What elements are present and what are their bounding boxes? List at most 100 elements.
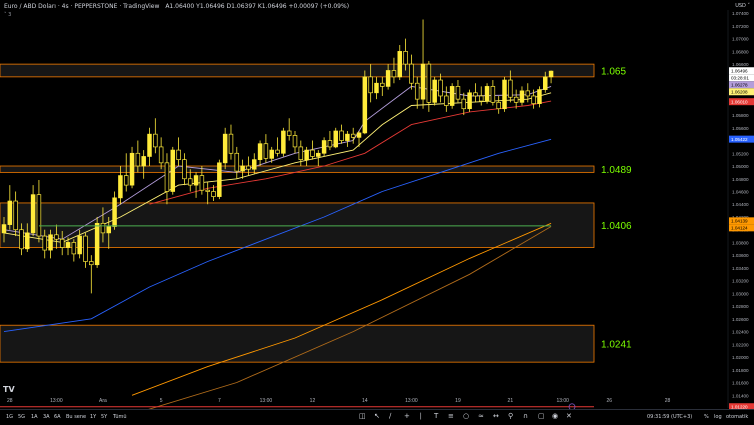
brush-icon[interactable]: ≈ — [478, 412, 484, 420]
tradingview-logo-icon: TV — [3, 385, 15, 394]
timeframe-5y[interactable]: 5Y — [101, 414, 107, 420]
candle-body-51 — [298, 146, 304, 160]
price-chart[interactable]: 1.065 1.0489 1.0406 1.0241 1.07400 1.07200 1.… — [0, 0, 754, 424]
price-tag-2: 1.06278 — [731, 83, 748, 88]
candle-body-16 — [94, 222, 100, 266]
price-tick-2: 1.07000 — [732, 37, 749, 42]
candle-body-63 — [368, 76, 373, 94]
indicators-toggle[interactable]: ˅ 3 — [4, 12, 11, 18]
candle-body-27 — [158, 146, 164, 164]
candle-body-42 — [246, 165, 251, 170]
candle-body-69 — [403, 51, 408, 65]
candle-body-19 — [112, 197, 117, 227]
candle-body-17 — [100, 222, 106, 234]
candle-body-48 — [281, 130, 286, 154]
candle-body-2 — [13, 200, 18, 231]
candle-body-38 — [222, 133, 228, 164]
candle-body-77 — [449, 86, 455, 106]
candle-body-78 — [455, 86, 461, 100]
candle-body-82 — [478, 95, 484, 102]
price-tick-24: 1.02600 — [732, 317, 749, 322]
candle-body-23 — [135, 152, 141, 167]
timeframe-3a[interactable]: 3A — [43, 414, 50, 420]
zoom-icon[interactable]: ⚲ — [508, 412, 513, 420]
clock[interactable]: 09:31:59 (UTC+3) — [647, 414, 692, 420]
price-tick-9: 1.05600 — [732, 126, 749, 131]
candle-body-87 — [508, 79, 513, 98]
candle-body-85 — [496, 101, 501, 110]
candle-body-39 — [228, 133, 234, 154]
time-label-10: 21 — [508, 398, 514, 404]
candle-body-84 — [490, 86, 496, 103]
candle-body-59 — [345, 133, 350, 141]
timeframe-1g[interactable]: 1G — [6, 414, 13, 420]
candle-body-4 — [25, 232, 30, 250]
price-tick-30: 1.01400 — [732, 393, 749, 398]
time-label-7: 14 — [362, 398, 368, 404]
time-label-1: 13:00 — [50, 398, 63, 404]
candle-body-24 — [141, 156, 146, 167]
auto-toggle[interactable]: otomatik — [726, 414, 748, 420]
candle-body-67 — [391, 70, 397, 78]
candle-body-7 — [42, 235, 47, 251]
price-tag-7: 1.04124 — [731, 226, 748, 231]
candle-body-31 — [182, 159, 187, 180]
candle-body-5 — [30, 194, 36, 234]
price-tick-14: 1.04600 — [732, 189, 749, 194]
price-tick-26: 1.02200 — [732, 342, 749, 347]
crosshair-icon[interactable]: + — [404, 412, 410, 420]
candle-body-14 — [83, 235, 88, 262]
price-tick-13: 1.04800 — [732, 177, 749, 182]
time-label-0: 28 — [7, 398, 13, 404]
log-toggle[interactable]: log — [714, 414, 722, 420]
time-label-8: 13:00 — [405, 398, 418, 404]
candle-body-81 — [473, 92, 478, 97]
candle-body-44 — [257, 143, 263, 160]
candle-body-89 — [519, 90, 525, 103]
candle-body-68 — [397, 51, 403, 78]
price-tick-1: 1.07200 — [732, 24, 749, 29]
timeframe-bu-sene[interactable]: Bu sene — [66, 414, 86, 420]
chart-header: Euro / ABD Doları · 4s · PEPPERSTONE · T… — [4, 3, 349, 10]
candle-body-57 — [333, 130, 338, 148]
timeframe-6a[interactable]: 6A — [54, 414, 61, 420]
text-tool-icon[interactable]: T — [434, 412, 438, 420]
candle-body-37 — [217, 162, 222, 197]
timeframe-5g[interactable]: 5G — [18, 414, 25, 420]
price-tag-5: 1.05422 — [731, 137, 748, 142]
candle-body-79 — [461, 98, 467, 110]
cursor-icon[interactable]: ↖ — [374, 412, 380, 420]
price-tick-19: 1.03600 — [732, 253, 749, 258]
candle-body-30 — [176, 149, 181, 160]
timeframe-1a[interactable]: 1A — [31, 414, 38, 420]
candle-body-61 — [356, 132, 362, 138]
timeframe-1y[interactable]: 1Y — [90, 414, 96, 420]
candle-body-21 — [123, 175, 129, 186]
symbol-title[interactable]: Euro / ABD Doları · 4s · PEPPERSTONE · T… — [4, 3, 159, 10]
zone-label-2: 1.0406 — [601, 221, 632, 232]
hide-icon[interactable]: ◉ — [552, 412, 558, 420]
vertical-line-icon[interactable]: ∣ — [419, 412, 423, 420]
candle-body-62 — [362, 76, 368, 134]
price-tick-18: 1.03800 — [732, 240, 749, 245]
timeframe-tumu[interactable]: Tümü — [113, 414, 127, 420]
currency-selector[interactable]: USD ˅ — [735, 3, 750, 9]
price-tick-8: 1.05800 — [732, 113, 749, 118]
fib-tool-icon[interactable]: ≡ — [448, 412, 454, 420]
time-label-6: 12 — [310, 398, 316, 404]
lock-icon[interactable]: ▢ — [538, 412, 545, 420]
percent-toggle[interactable]: % — [704, 414, 709, 420]
measure-icon[interactable]: ↔ — [493, 412, 499, 420]
candle-body-13 — [77, 235, 82, 255]
candle-body-55 — [321, 140, 327, 154]
candle-body-1 — [7, 200, 13, 225]
price-tick-29: 1.01600 — [732, 381, 749, 386]
magnet-icon[interactable]: ∩ — [523, 412, 528, 420]
shapes-icon[interactable]: ○ — [463, 412, 469, 420]
candle-body-43 — [252, 159, 257, 170]
date-range-icon[interactable]: ◫ — [359, 412, 366, 420]
delete-icon[interactable]: ✕ — [566, 412, 572, 420]
price-tick-27: 1.02000 — [732, 355, 749, 360]
trendline-icon[interactable]: ∕ — [389, 412, 391, 420]
price-tag-1: 03:28:01 — [731, 76, 749, 81]
